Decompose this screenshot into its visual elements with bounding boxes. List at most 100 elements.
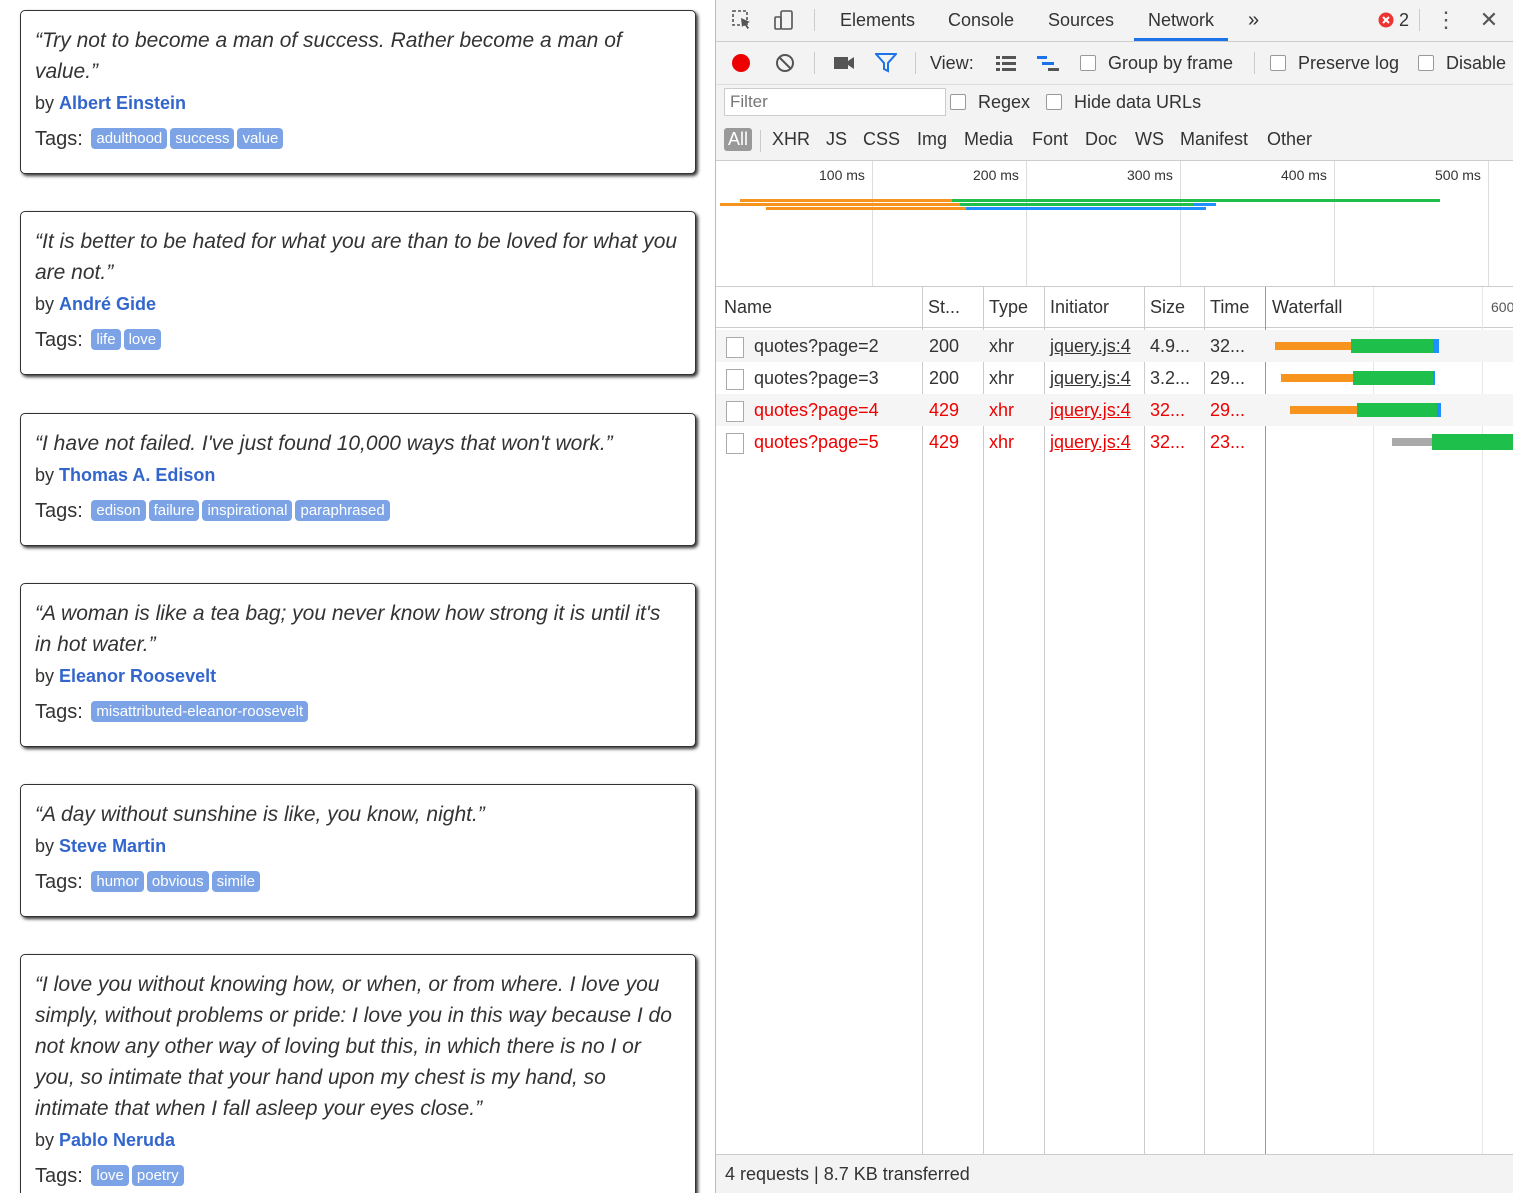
tags-label: Tags: xyxy=(35,500,83,522)
request-size: 3.2... xyxy=(1150,368,1191,388)
tag-link[interactable]: poetry xyxy=(131,1165,184,1186)
type-media[interactable]: Media xyxy=(964,129,1013,150)
overview-timeline[interactable]: 100 ms 200 ms 300 ms 400 ms 500 ms xyxy=(716,161,1513,287)
tag-link[interactable]: value xyxy=(237,128,284,149)
quote-card: “A day without sunshine is like, you kno… xyxy=(20,784,696,917)
tag-link[interactable]: failure xyxy=(148,500,200,521)
more-tabs-button[interactable]: » xyxy=(1248,0,1259,40)
group-by-frame-checkbox[interactable] xyxy=(1080,55,1096,71)
quote-tags: Tags: adulthood success value xyxy=(35,128,681,151)
request-name[interactable]: quotes?page=2 xyxy=(749,330,922,362)
type-ws[interactable]: WS xyxy=(1135,129,1164,150)
disable-cache-checkbox[interactable] xyxy=(1418,55,1434,71)
type-font[interactable]: Font xyxy=(1032,129,1068,150)
tab-sources[interactable]: Sources xyxy=(1048,0,1114,40)
column-type[interactable]: Type xyxy=(984,287,1028,327)
request-status: 200 xyxy=(929,336,960,356)
tag-link[interactable]: simile xyxy=(211,871,260,892)
tag-link[interactable]: humor xyxy=(91,871,144,892)
type-xhr[interactable]: XHR xyxy=(772,129,810,150)
tag-link[interactable]: love xyxy=(91,1165,129,1186)
waterfall-view-icon[interactable] xyxy=(1036,52,1060,74)
type-doc[interactable]: Doc xyxy=(1085,129,1117,150)
column-waterfall[interactable]: Waterfall xyxy=(1267,287,1342,327)
tag-link[interactable]: life xyxy=(91,329,121,350)
status-bar: 4 requests | 8.7 KB transferred xyxy=(716,1154,1513,1193)
request-name[interactable]: quotes?page=4 xyxy=(749,394,922,426)
tag-link[interactable]: obvious xyxy=(146,871,209,892)
column-initiator[interactable]: Initiator xyxy=(1045,287,1109,327)
author-link[interactable]: Eleanor Roosevelt xyxy=(59,666,216,686)
tag-link[interactable]: adulthood xyxy=(91,128,168,149)
quote-text: “I have not failed. I've just found 10,0… xyxy=(35,432,613,455)
preserve-log-checkbox[interactable] xyxy=(1270,55,1286,71)
request-initiator[interactable]: jquery.js:4 xyxy=(1045,362,1142,394)
author-link[interactable]: Thomas A. Edison xyxy=(59,465,215,485)
toolbar-divider xyxy=(814,9,815,31)
close-icon[interactable]: ✕ xyxy=(1478,7,1500,32)
tag-link[interactable]: edison xyxy=(91,500,146,521)
author-link[interactable]: Steve Martin xyxy=(59,836,166,856)
quote-text: “It is better to be hated for what you a… xyxy=(35,230,678,284)
request-size: 32... xyxy=(1150,400,1186,420)
author-link[interactable]: André Gide xyxy=(59,294,156,314)
tag-link[interactable]: paraphrased xyxy=(295,500,390,521)
request-size: 32... xyxy=(1150,432,1186,452)
tab-console[interactable]: Console xyxy=(948,0,1014,40)
type-all[interactable]: All xyxy=(724,128,753,151)
table-row[interactable]: quotes?page=2 200 xhr jquery.js:4 4.9...… xyxy=(716,330,1513,362)
quote-tags: Tags: misattributed-eleanor-roosevelt xyxy=(35,701,681,724)
tag-link[interactable]: love xyxy=(123,329,162,350)
tag-link[interactable]: inspirational xyxy=(202,500,293,521)
tag-link[interactable]: success xyxy=(170,128,235,149)
tag-link[interactable]: misattributed-eleanor-roosevelt xyxy=(91,701,309,722)
waterfall-queued-bar xyxy=(1392,438,1432,446)
request-initiator[interactable]: jquery.js:4 xyxy=(1045,426,1142,458)
request-initiator[interactable]: jquery.js:4 xyxy=(1045,394,1142,426)
type-other[interactable]: Other xyxy=(1267,129,1312,150)
author-link[interactable]: Albert Einstein xyxy=(59,93,186,113)
clear-icon[interactable] xyxy=(774,52,796,74)
type-manifest[interactable]: Manifest xyxy=(1180,129,1248,150)
filter-input[interactable] xyxy=(724,88,946,116)
table-row[interactable]: quotes?page=3 200 xhr jquery.js:4 3.2...… xyxy=(716,362,1513,394)
column-time[interactable]: Time xyxy=(1205,287,1249,327)
list-view-icon[interactable] xyxy=(994,52,1018,74)
group-by-frame-label: Group by frame xyxy=(1108,53,1234,73)
error-count[interactable]: 2 xyxy=(1399,0,1409,40)
tab-elements[interactable]: Elements xyxy=(840,0,915,40)
quote-byline: by Pablo Neruda xyxy=(35,1130,681,1151)
table-row[interactable]: quotes?page=4 429 xhr jquery.js:4 32... … xyxy=(716,394,1513,426)
record-icon[interactable] xyxy=(730,52,752,74)
video-camera-icon[interactable] xyxy=(832,52,856,74)
devtools-tabbar: Elements Console Sources Network » 2 ⋮ ✕ xyxy=(716,0,1513,42)
column-size[interactable]: Size xyxy=(1145,287,1185,327)
column-status[interactable]: St... xyxy=(923,287,960,327)
overview-download-bar xyxy=(960,203,1194,206)
request-status: 429 xyxy=(929,432,960,452)
filter-icon[interactable] xyxy=(874,52,898,74)
type-img[interactable]: Img xyxy=(917,129,947,150)
table-row[interactable]: quotes?page=5 429 xhr jquery.js:4 32... … xyxy=(716,426,1513,458)
waterfall-waiting-bar xyxy=(1281,374,1353,382)
network-toolbar: View: Group by frame Preserve log Disabl… xyxy=(716,42,1513,85)
device-toolbar-icon[interactable] xyxy=(772,8,796,32)
tags-label: Tags: xyxy=(35,128,83,150)
type-css[interactable]: CSS xyxy=(863,129,900,150)
request-name[interactable]: quotes?page=3 xyxy=(749,362,922,394)
inspect-element-icon[interactable] xyxy=(730,8,754,32)
kebab-menu-icon[interactable]: ⋮ xyxy=(1435,7,1457,32)
request-initiator[interactable]: jquery.js:4 xyxy=(1045,330,1142,362)
by-label: by xyxy=(35,836,55,856)
regex-checkbox[interactable] xyxy=(950,94,966,110)
tab-network[interactable]: Network xyxy=(1134,0,1229,41)
quote-tags: Tags: humor obvious simile xyxy=(35,871,681,894)
type-js[interactable]: JS xyxy=(826,129,847,150)
request-type: xhr xyxy=(989,336,1015,356)
hide-data-urls-checkbox[interactable] xyxy=(1046,94,1062,110)
request-name[interactable]: quotes?page=5 xyxy=(749,426,922,458)
column-name[interactable]: Name xyxy=(719,287,772,327)
error-icon[interactable] xyxy=(1377,11,1395,29)
author-link[interactable]: Pablo Neruda xyxy=(59,1130,175,1150)
document-icon xyxy=(726,433,744,454)
